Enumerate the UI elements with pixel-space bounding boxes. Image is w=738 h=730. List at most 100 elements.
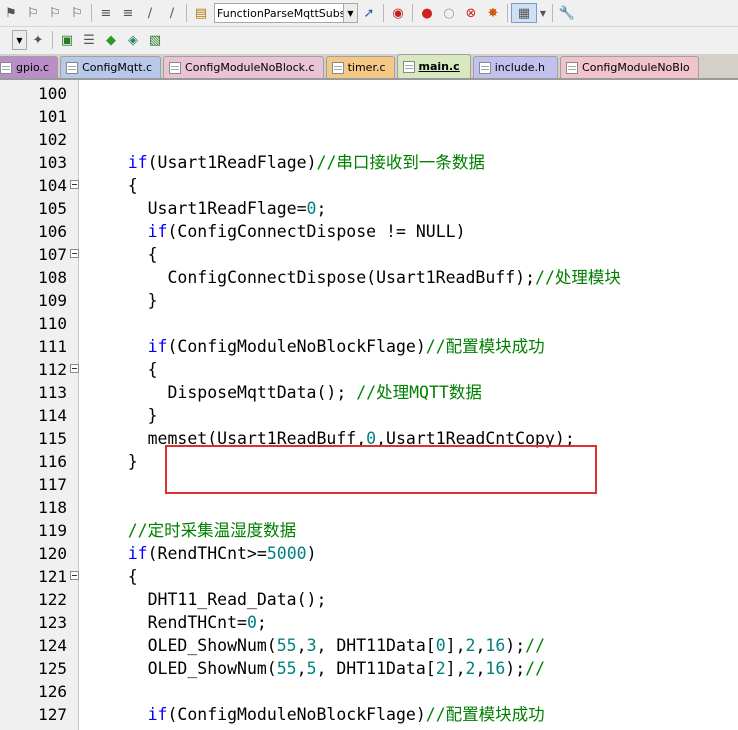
code-text: if(ConfigModuleNoBlockFlage)//配置模块成功 — [88, 703, 545, 726]
line-number: 127 — [38, 705, 67, 724]
code-line[interactable]: 104 { — [0, 174, 738, 197]
code-text: } — [88, 289, 158, 312]
tab-label: ConfigModuleNoBlo — [582, 61, 690, 74]
code-line[interactable]: 114 } — [0, 404, 738, 427]
toolbar-separator — [91, 4, 92, 22]
code-text: } — [88, 450, 138, 473]
code-line[interactable]: 107 { — [0, 243, 738, 266]
code-line[interactable]: 113 DisposeMqttData(); //处理MQTT数据 — [0, 381, 738, 404]
comment-token: //处理MQTT数据 — [356, 383, 482, 402]
line-number: 112 — [38, 360, 67, 379]
code-line[interactable]: 112 { — [0, 358, 738, 381]
toolbar-separator — [52, 31, 53, 49]
function-combo[interactable]: FunctionParseMqttSubsc — [214, 3, 344, 23]
fold-collapse-icon[interactable] — [70, 571, 79, 580]
download-icon[interactable]: ◆ — [100, 29, 122, 51]
breakpoint-icon[interactable]: ● — [416, 2, 438, 24]
code-line[interactable]: 101 — [0, 105, 738, 128]
number-token: 0 — [246, 613, 257, 632]
number-token: 16 — [485, 659, 506, 678]
fold-collapse-icon[interactable] — [70, 364, 79, 373]
comment-icon[interactable]: ∕ — [139, 2, 161, 24]
tab-configmodulenoblock-c-2[interactable]: ConfigModuleNoBlo — [560, 56, 699, 78]
code-editor[interactable]: 100 101 102 103 if(Usart1ReadFlage)//串口接收到一… — [0, 80, 738, 730]
fold-collapse-icon[interactable] — [70, 180, 79, 189]
code-line[interactable]: 102 — [0, 128, 738, 151]
chevron-down-icon[interactable]: ▼ — [537, 2, 549, 24]
settings-icon[interactable]: 🔧 — [556, 2, 578, 24]
tab-label: main.c — [418, 60, 460, 73]
tab-main-c[interactable]: main.c — [396, 54, 471, 78]
keyword-token: if — [127, 544, 148, 563]
line-number: 126 — [38, 682, 67, 701]
bookmark-prev-icon[interactable]: ⚐ — [22, 2, 44, 24]
target-combo-arrow[interactable]: ▼ — [12, 30, 27, 50]
window-icon[interactable]: ▦ — [511, 3, 537, 23]
code-line[interactable]: 122 DHT11_Read_Data(); — [0, 588, 738, 611]
code-line[interactable]: 108 ConfigConnectDispose(Usart1ReadBuff)… — [0, 266, 738, 289]
code-line[interactable]: 109 } — [0, 289, 738, 312]
line-number: 115 — [38, 429, 67, 448]
code-text: { — [88, 243, 158, 266]
number-token: 5000 — [266, 544, 307, 563]
tab-timer-c[interactable]: timer.c — [325, 56, 395, 78]
tab-configmodulenoblock-c[interactable]: ConfigModuleNoBlock.c — [163, 56, 324, 78]
code-line[interactable]: 120 if(RendTHCnt>=5000) — [0, 542, 738, 565]
code-line[interactable]: 100 — [0, 82, 738, 105]
line-number: 102 — [38, 130, 67, 149]
find-in-files-icon[interactable]: ▤ — [190, 2, 212, 24]
code-text: Usart1ReadFlage=0; — [88, 197, 327, 220]
comment-token: //配置模块成功 — [425, 705, 545, 724]
code-line[interactable]: 125 OLED_ShowNum(55,5, DHT11Data[2],2,16… — [0, 657, 738, 680]
kill-breakpoints-icon[interactable]: ⊗ — [460, 2, 482, 24]
magic-wand-icon[interactable]: ✦ — [27, 29, 49, 51]
code-line[interactable]: 111 if(ConfigModuleNoBlockFlage)//配置模块成功 — [0, 335, 738, 358]
unindent-icon[interactable]: ≡ — [117, 2, 139, 24]
chevron-down-icon[interactable]: ▼ — [344, 3, 358, 23]
code-line[interactable]: 128 — [0, 726, 738, 730]
fold-collapse-icon[interactable] — [70, 249, 79, 258]
number-token: 5 — [306, 659, 317, 678]
number-token: 2 — [435, 659, 446, 678]
tab-include-h[interactable]: include.h — [472, 56, 559, 78]
code-line[interactable]: 121 { — [0, 565, 738, 588]
number-token: 0 — [306, 199, 317, 218]
code-line[interactable]: 124 OLED_ShowNum(55,3, DHT11Data[0],2,16… — [0, 634, 738, 657]
diamond-icon[interactable]: ◈ — [122, 29, 144, 51]
comment-token: //处理模块 — [535, 268, 621, 287]
code-token: Usart1ReadFlage= — [88, 199, 307, 218]
tab-configmqtt-c[interactable]: ConfigMqtt.c — [60, 56, 162, 78]
code-line[interactable]: 127 if(ConfigModuleNoBlockFlage)//配置模块成功 — [0, 703, 738, 726]
code-line[interactable]: 126 — [0, 680, 738, 703]
number-token: 2 — [465, 636, 476, 655]
flag-icon[interactable]: ⚑ — [0, 2, 22, 24]
build-target-icon[interactable]: ▣ — [56, 29, 78, 51]
keyword-token: if — [127, 153, 148, 172]
navigate-icon[interactable]: ➚ — [358, 2, 380, 24]
toolbar-separator — [383, 4, 384, 22]
indent-icon[interactable]: ≡ — [95, 2, 117, 24]
code-token: OLED_ShowNum( — [88, 636, 277, 655]
batch-build-icon[interactable]: ☰ — [78, 29, 100, 51]
code-line[interactable]: 123 RendTHCnt=0; — [0, 611, 738, 634]
code-line[interactable]: 119 //定时采集温湿度数据 — [0, 519, 738, 542]
code-line[interactable]: 118 — [0, 496, 738, 519]
code-line[interactable]: 106 if(ConfigConnectDispose != NULL) — [0, 220, 738, 243]
pack-icon[interactable]: ▧ — [144, 29, 166, 51]
breakpoint-disabled-icon[interactable]: ○ — [438, 2, 460, 24]
code-text: DisposeMqttData(); //处理MQTT数据 — [88, 381, 482, 404]
bookmark-clear-icon[interactable]: ⚐ — [66, 2, 88, 24]
tab-gpio-c[interactable]: gpio.c — [0, 56, 59, 78]
uncomment-icon[interactable]: ∕ — [161, 2, 183, 24]
kill-all-icon[interactable]: ✸ — [482, 2, 504, 24]
number-token: 16 — [485, 636, 506, 655]
code-line[interactable]: 103 if(Usart1ReadFlage)//串口接收到一条数据 — [0, 151, 738, 174]
comment-token: // — [525, 636, 546, 655]
debug-icon[interactable]: ◉ — [387, 2, 409, 24]
code-line[interactable]: 105 Usart1ReadFlage=0; — [0, 197, 738, 220]
code-line[interactable]: 110 — [0, 312, 738, 335]
bookmark-next-icon[interactable]: ⚐ — [44, 2, 66, 24]
